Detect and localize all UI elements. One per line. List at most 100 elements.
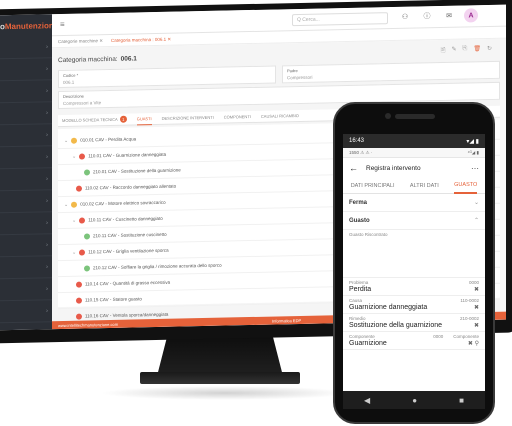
- monitor-stand-base: [140, 372, 300, 384]
- sidebar-item[interactable]: ›: [0, 300, 52, 324]
- tab-modello-scheda-tecnica[interactable]: MODELLO SCHEDA TECNICA 1: [62, 115, 127, 124]
- tab-guasto[interactable]: GUASTO: [454, 178, 478, 194]
- section-ferma[interactable]: Ferma ⌄: [343, 194, 485, 212]
- expand-caret-icon[interactable]: ⌄: [64, 137, 68, 143]
- status-dot-icon: [71, 137, 78, 144]
- chevron-right-icon: ›: [46, 87, 48, 94]
- sidebar-item[interactable]: ›: [0, 234, 52, 258]
- sidebar-item[interactable]: ›: [0, 256, 52, 280]
- sidebar-item[interactable]: ›: [0, 212, 52, 236]
- clear-icon[interactable]: ✖: [474, 304, 479, 311]
- sidebar-item[interactable]: ›: [0, 58, 52, 82]
- nav-back-icon[interactable]: ◀: [364, 396, 370, 405]
- section-guasto[interactable]: Guasto ⌃: [343, 212, 485, 230]
- status-dot-icon: [79, 248, 86, 256]
- expand-caret-icon[interactable]: ⌄: [72, 217, 76, 223]
- status-dot-icon: [71, 201, 78, 208]
- phone-screen: 16:43 ▾◢ ▮ 1550 ⚠ ⚠ · ⁴ᴳ◢ ▮ ← Registra i…: [343, 134, 485, 409]
- status-company: Informatica EDP: [272, 317, 302, 324]
- causa-field[interactable]: Causa 110-0002 Guarnizione danneggiata ✖: [343, 296, 485, 314]
- tab-altri-dati[interactable]: ALTRI DATI: [410, 183, 439, 189]
- rimedio-field[interactable]: Rimedio 210-0002 Sostituzione della guarn…: [343, 314, 485, 332]
- chevron-up-icon: ⌃: [473, 218, 479, 224]
- status-dot-icon: [84, 264, 90, 272]
- sidebar-item[interactable]: ›: [0, 80, 52, 104]
- phone-tabs: DATI PRINCIPALI ALTRI DATI GUASTO: [343, 178, 485, 194]
- title-actions: 🗎 ✎ ⎘ 🗑 ↻: [441, 45, 492, 56]
- notification-icons: 1550 ⚠ ⚠ ·: [349, 149, 373, 155]
- expand-caret-icon[interactable]: ⌄: [72, 153, 76, 159]
- status-dot-icon: [79, 152, 86, 160]
- search-input[interactable]: Q Cerca...: [292, 12, 388, 27]
- brand-right: Manutenzione: [4, 20, 52, 31]
- expand-caret-icon[interactable]: ⌄: [64, 201, 68, 207]
- sidebar-item[interactable]: ›: [0, 190, 52, 214]
- clear-icon[interactable]: ✖: [474, 286, 479, 293]
- avatar[interactable]: A: [464, 8, 478, 23]
- android-nav-bar: ◀ ● ■: [343, 391, 485, 409]
- search-icon[interactable]: ✖ ⚲: [468, 340, 479, 347]
- sidebar-item[interactable]: ›: [0, 124, 52, 148]
- status-dot-icon: [76, 281, 82, 288]
- notification-icon[interactable]: ✉: [442, 9, 456, 23]
- problema-field[interactable]: Problema 0000 Perdita ✖: [343, 278, 485, 296]
- nav-recents-icon[interactable]: ■: [459, 396, 464, 405]
- back-arrow-icon[interactable]: ←: [349, 163, 358, 173]
- brand-logo: nteo Manutenzione: [0, 14, 52, 37]
- status-dot-icon: [76, 185, 82, 192]
- speaker-grille: [395, 114, 435, 119]
- more-options-icon[interactable]: ⋯: [471, 164, 479, 173]
- status-dot-icon: [84, 232, 90, 240]
- tab-guasti[interactable]: GUASTI: [136, 112, 152, 125]
- padre-field[interactable]: Padre Compressori: [282, 60, 500, 84]
- chevron-right-icon: ›: [46, 219, 48, 226]
- delete-icon[interactable]: 🗑: [473, 45, 481, 55]
- tab-componenti[interactable]: COMPONENTI: [224, 114, 251, 120]
- componente-field[interactable]: Componente 0000 Componente Guarnizione ✖ ⚲: [343, 332, 485, 350]
- tab-dati-principali[interactable]: DATI PRINCIPALI: [351, 183, 395, 189]
- tab-causali-ricambio[interactable]: CAUSALI RICAMBIO: [261, 113, 299, 119]
- topbar-icons: ⚇ ⓘ ✉ A: [398, 8, 478, 24]
- guasto-riscontrato-field[interactable]: Guasto Riscontrato: [343, 230, 485, 278]
- info-icon[interactable]: ⓘ: [420, 9, 434, 23]
- tab-descrizione-interventi[interactable]: DESCRIZIONE INTERVENTI: [162, 115, 214, 121]
- save-icon[interactable]: 🗎: [441, 46, 446, 56]
- phone: 16:43 ▾◢ ▮ 1550 ⚠ ⚠ · ⁴ᴳ◢ ▮ ← Registra i…: [333, 102, 495, 424]
- hamburger-menu-icon[interactable]: ≡: [60, 20, 65, 29]
- status-link[interactable]: www.intellitechmanutenzione.com: [58, 321, 118, 327]
- user-icon[interactable]: ⚇: [398, 10, 412, 24]
- sidebar-item[interactable]: ›: [0, 278, 52, 302]
- sidebar-item[interactable]: ›: [0, 168, 52, 192]
- status-dot-icon: [79, 216, 86, 224]
- chevron-right-icon: ›: [46, 285, 48, 292]
- sidebar-item[interactable]: ›: [0, 102, 52, 126]
- copy-icon[interactable]: ⎘: [463, 45, 468, 55]
- tab-categoria-macchina[interactable]: Categoria macchina : 006.1 ✕: [111, 36, 171, 43]
- page-title-label: Categoria macchina:: [58, 55, 118, 64]
- app-status-bar: 1550 ⚠ ⚠ · ⁴ᴳ◢ ▮: [343, 148, 485, 158]
- nav-home-icon[interactable]: ●: [412, 396, 417, 405]
- edit-icon[interactable]: ✎: [452, 46, 457, 56]
- stage: nteo Manutenzione › › › › › › › › › › › ›…: [0, 0, 512, 426]
- monitor-shadow: [100, 386, 350, 400]
- codice-field[interactable]: Codice * 006.1: [58, 65, 276, 89]
- chevron-right-icon: ›: [46, 263, 48, 270]
- chevron-right-icon: ›: [46, 175, 48, 182]
- chevron-right-icon: ›: [46, 153, 48, 160]
- sidebar-item[interactable]: ›: [0, 146, 52, 170]
- chevron-right-icon: ›: [46, 65, 48, 72]
- refresh-icon[interactable]: ↻: [487, 45, 492, 55]
- tab-categorie-macchine[interactable]: Categorie macchine ✕: [58, 38, 103, 45]
- sidebar: nteo Manutenzione › › › › › › › › › › › ›…: [0, 14, 52, 331]
- count-badge: 1: [119, 115, 127, 123]
- expand-caret-icon[interactable]: ⌄: [72, 249, 76, 255]
- page-title-value: 006.1: [120, 54, 137, 63]
- status-dot-icon: [76, 297, 82, 304]
- sidebar-item[interactable]: ›: [0, 36, 52, 60]
- chevron-right-icon: ›: [46, 43, 48, 50]
- status-dot-icon: [84, 168, 90, 176]
- phone-status-bar: 16:43 ▾◢ ▮: [343, 134, 485, 148]
- phone-app-bar: ← Registra intervento ⋯: [343, 158, 485, 178]
- camera-icon: [385, 113, 391, 119]
- clear-icon[interactable]: ✖: [474, 322, 479, 329]
